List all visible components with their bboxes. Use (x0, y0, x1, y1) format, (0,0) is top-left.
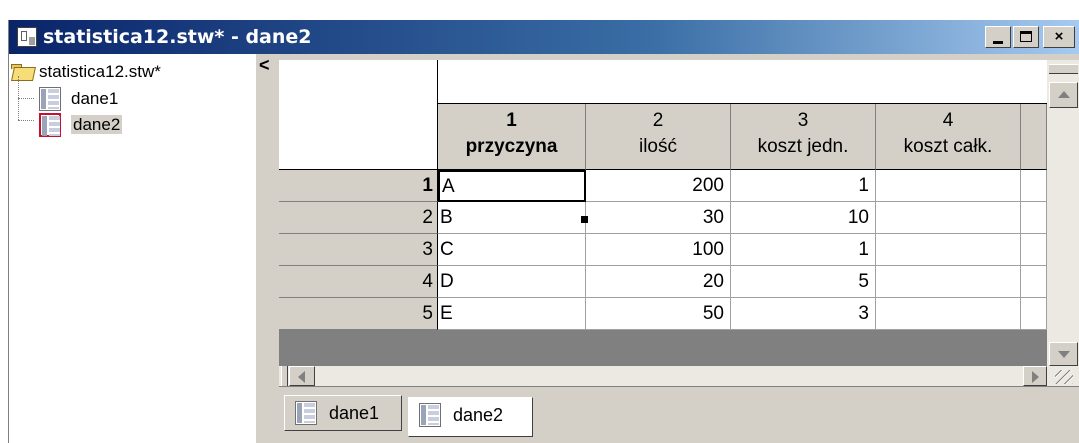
tree-root[interactable]: statistica12.stw* (11, 60, 161, 84)
cell-r4-c4[interactable] (876, 266, 1021, 298)
fill-handle[interactable] (581, 216, 588, 223)
cell-r1-c2[interactable]: 200 (586, 170, 731, 202)
tab-label: dane2 (453, 405, 504, 425)
workbook-icon (17, 27, 37, 47)
column-name: przyczyna (465, 136, 558, 157)
cell-r4-c1[interactable]: D (438, 266, 586, 298)
horizontal-split-handle[interactable] (281, 366, 288, 386)
arrow-down-icon (1058, 351, 1070, 358)
row-header-1[interactable]: 1 (279, 170, 438, 202)
cell-r3-c1[interactable]: C (438, 234, 586, 266)
arrow-right-icon (1032, 371, 1039, 383)
column-header-1[interactable]: 1 przyczyna (438, 104, 586, 170)
column-number: 3 (797, 110, 809, 131)
column-name: koszt jedn. (757, 136, 849, 157)
cell-r4-c5[interactable] (1021, 266, 1047, 298)
cell-r2-c3[interactable]: 10 (731, 202, 876, 234)
cell-r4-c2[interactable]: 20 (586, 266, 731, 298)
tree-root-label: statistica12.stw* (39, 62, 161, 81)
vertical-scrollbar[interactable] (1047, 60, 1079, 366)
row-header-5[interactable]: 5 (279, 298, 438, 330)
column-number: 1 (506, 110, 517, 131)
folder-open-icon (11, 64, 33, 80)
cell-r2-c4[interactable] (876, 202, 1021, 234)
cell-r2-c2[interactable]: 30 (586, 202, 731, 234)
cell-r1-c1[interactable]: A (438, 170, 586, 202)
cell-r3-c3[interactable]: 1 (731, 234, 876, 266)
column-header-3[interactable]: 3 koszt jedn. (731, 104, 876, 170)
close-button[interactable]: × (1043, 26, 1075, 48)
tree-item-dane2[interactable]: dane2 (35, 113, 123, 137)
cell-r3-c5[interactable] (1021, 234, 1047, 266)
resize-grip-icon[interactable] (1055, 370, 1073, 384)
tree-item-dane1[interactable]: dane1 (35, 87, 118, 111)
spreadsheet-icon (295, 401, 317, 425)
cell-r5-c5[interactable] (1021, 298, 1047, 330)
maximize-icon (1020, 31, 1032, 42)
spreadsheet-icon (419, 403, 441, 427)
spreadsheet: 1 przyczyna 2 ilość 3 koszt jedn. 4 kosz… (279, 60, 1079, 386)
cell-r2-c5[interactable] (1021, 202, 1047, 234)
spreadsheet-icon (39, 87, 61, 111)
minimize-icon (993, 41, 1003, 44)
column-name: koszt całk. (903, 136, 993, 157)
arrow-left-icon (298, 371, 305, 383)
cell-r1-c3[interactable]: 1 (731, 170, 876, 202)
data-grid: 1 przyczyna 2 ilość 3 koszt jedn. 4 kosz… (279, 60, 1047, 366)
column-header-2[interactable]: 2 ilość (586, 104, 731, 170)
spreadsheet-icon (39, 113, 61, 137)
cell-r4-c3[interactable]: 5 (731, 266, 876, 298)
cell-r5-c1[interactable]: E (438, 298, 586, 330)
scroll-right-button[interactable] (1023, 366, 1047, 386)
arrow-up-icon (1058, 91, 1070, 98)
collapse-tree-button[interactable]: < (259, 56, 270, 74)
tab-dane1[interactable]: dane1 (284, 395, 402, 431)
tab-dane2[interactable]: dane2 (408, 397, 533, 437)
column-header-empty (1021, 104, 1047, 170)
window-title: statistica12.stw* - dane2 (43, 26, 312, 48)
cell-r3-c4[interactable] (876, 234, 1021, 266)
minimize-button[interactable] (985, 26, 1011, 48)
tab-label: dane1 (329, 403, 380, 423)
workbook-tree: statistica12.stw* dane1 dane2 (9, 54, 256, 443)
cell-r1-c4[interactable] (876, 170, 1021, 202)
cell-r5-c2[interactable]: 50 (586, 298, 731, 330)
column-number: 4 (942, 110, 954, 131)
cell-r5-c4[interactable] (876, 298, 1021, 330)
workbook-window: statistica12.stw* - dane2 × statistica12… (8, 20, 1079, 443)
row-header-2[interactable]: 2 (279, 202, 438, 234)
title-bar[interactable]: statistica12.stw* - dane2 × (9, 20, 1079, 54)
scroll-up-button[interactable] (1049, 82, 1078, 108)
maximize-button[interactable] (1013, 26, 1039, 48)
cell-r2-c1[interactable]: B (438, 202, 586, 234)
sheet-tab-bar: dane1 dane2 (279, 386, 1079, 443)
scroll-down-button[interactable] (1049, 342, 1078, 366)
row-header-4[interactable]: 4 (279, 266, 438, 298)
tree-connector (18, 98, 34, 99)
tree-item-label: dane2 (71, 115, 123, 134)
horizontal-scrollbar[interactable] (279, 366, 1079, 386)
cell-r5-c3[interactable]: 3 (731, 298, 876, 330)
column-header-4[interactable]: 4 koszt całk. (876, 104, 1021, 170)
tree-connector (18, 120, 34, 121)
tree-item-label: dane1 (71, 89, 119, 108)
row-header-3[interactable]: 3 (279, 234, 438, 266)
grid-corner[interactable] (279, 60, 438, 170)
vertical-split-handle[interactable] (1049, 64, 1078, 74)
column-name: ilość (638, 136, 677, 157)
sheet-title-strip (438, 60, 1047, 104)
column-number: 2 (652, 110, 664, 131)
cell-r3-c2[interactable]: 100 (586, 234, 731, 266)
close-icon: × (1054, 28, 1064, 45)
scroll-left-button[interactable] (289, 366, 315, 386)
cell-r1-c5[interactable] (1021, 170, 1047, 202)
